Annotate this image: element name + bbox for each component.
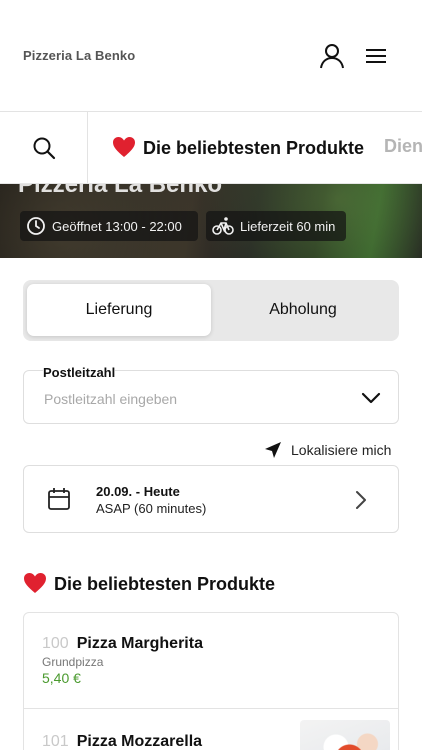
product-heading: 101 Pizza Mozzarella [42, 733, 202, 750]
search-icon [33, 137, 55, 160]
product-card[interactable]: 100 Pizza Margherita Grundpizza 5,40 € [23, 612, 399, 709]
postal-code-field[interactable]: Postleitzahl [23, 365, 399, 424]
selected-time: ASAP (60 minutes) [96, 501, 207, 516]
location-arrow-icon [265, 442, 281, 458]
calendar-icon [48, 488, 70, 510]
category-bar: Die beliebtesten Produkte Dien [0, 112, 422, 184]
opening-hours-text: Geöffnet 13:00 - 22:00 [52, 218, 182, 234]
product-price: 5,40 € [42, 670, 81, 686]
chevron-down-icon[interactable] [360, 391, 382, 405]
product-name: Pizza Mozzarella [76, 733, 203, 750]
section-title-popular: Die beliebtesten Produkte [23, 572, 275, 595]
user-icon[interactable] [318, 42, 346, 70]
top-bar: Pizzeria La Benko [0, 0, 422, 112]
chevron-right-icon [356, 491, 366, 509]
product-number: 100 [42, 635, 69, 652]
clock-icon [27, 217, 45, 235]
selected-date: 20.09. - Heute [96, 484, 180, 499]
category-tab-next[interactable]: Dien [384, 136, 422, 157]
product-card[interactable]: 101 Pizza Mozzarella [23, 708, 399, 750]
brand-name[interactable]: Pizzeria La Benko [23, 48, 135, 63]
product-name: Pizza Margherita [76, 635, 203, 652]
hero-title: Pizzeria La Benko [18, 184, 223, 198]
category-tab-label: Die beliebtesten Produkte [143, 138, 365, 158]
delivery-time-text: Lieferzeit 60 min [240, 218, 336, 234]
heart-icon [24, 573, 46, 593]
hamburger-menu-icon[interactable] [362, 42, 390, 70]
order-mode-toggle: Lieferung Abholung [23, 280, 399, 341]
postal-code-label: Postleitzahl [43, 365, 116, 380]
pickup-option[interactable]: Abholung [211, 284, 395, 336]
heart-icon [113, 137, 135, 157]
delivery-option[interactable]: Lieferung [27, 284, 211, 336]
restaurant-hero-banner: Pizzeria La Benko Geöffnet 13:00 - 22:00… [0, 184, 422, 258]
locate-me-label: Lokalisiere mich [291, 442, 392, 458]
bicycle-icon [212, 217, 234, 235]
product-image [300, 720, 390, 750]
product-number: 101 [42, 733, 69, 750]
delivery-time-selector[interactable]: 20.09. - Heute ASAP (60 minutes) [23, 465, 399, 533]
locate-me-link[interactable]: Lokalisiere mich [264, 440, 391, 460]
delivery-time-badge: Lieferzeit 60 min [206, 211, 346, 241]
search-button[interactable] [0, 112, 88, 183]
category-tab-popular[interactable]: Die beliebtesten Produkte [112, 136, 364, 159]
postal-code-input[interactable] [44, 391, 344, 407]
opening-hours-badge: Geöffnet 13:00 - 22:00 [20, 211, 198, 241]
section-title-label: Die beliebtesten Produkte [54, 574, 276, 594]
product-heading: 100 Pizza Margherita [42, 635, 203, 653]
product-description: Grundpizza [42, 655, 104, 669]
